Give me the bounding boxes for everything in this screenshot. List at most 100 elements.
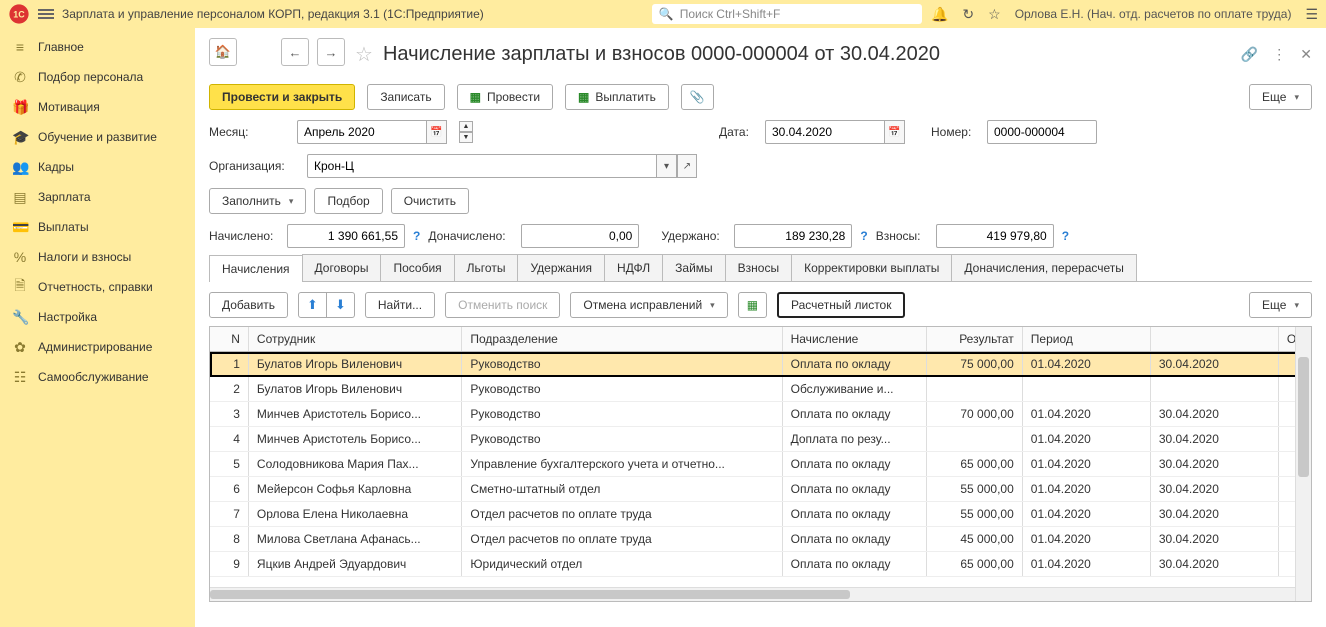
- number-field[interactable]: [987, 120, 1097, 144]
- sidebar-item-3[interactable]: 🎓Обучение и развитие: [0, 122, 195, 152]
- link-icon[interactable]: 🔗: [1241, 46, 1258, 63]
- table-row[interactable]: 9Яцкив Андрей ЭдуардовичЮридический отде…: [210, 552, 1311, 577]
- col-department[interactable]: Подразделение: [462, 327, 782, 352]
- sidebar-label: Настройка: [38, 310, 97, 324]
- tab-5[interactable]: НДФЛ: [604, 254, 663, 281]
- nav-forward-button[interactable]: →: [317, 38, 345, 66]
- col-n[interactable]: N: [210, 327, 248, 352]
- add-row-button[interactable]: Добавить: [209, 292, 288, 318]
- more-vert-icon[interactable]: ⋮: [1272, 46, 1286, 63]
- col-result[interactable]: Результат: [926, 327, 1022, 352]
- sidebar-item-9[interactable]: 🔧Настройка: [0, 302, 195, 332]
- tab-9[interactable]: Доначисления, перерасчеты: [951, 254, 1136, 281]
- sidebar-item-2[interactable]: 🎁Мотивация: [0, 92, 195, 122]
- move-down-button[interactable]: ⬇: [327, 292, 355, 318]
- tab-8[interactable]: Корректировки выплаты: [791, 254, 952, 281]
- table-row[interactable]: 7Орлова Елена НиколаевнаОтдел расчетов п…: [210, 502, 1311, 527]
- withheld-value[interactable]: [734, 224, 852, 248]
- sidebar-label: Подбор персонала: [38, 70, 143, 84]
- pick-button[interactable]: Подбор: [314, 188, 382, 214]
- withheld-help[interactable]: ?: [860, 229, 867, 243]
- org-open-icon[interactable]: ↗: [677, 154, 697, 178]
- contr-help[interactable]: ?: [1062, 229, 1069, 243]
- menu-icon[interactable]: [38, 7, 54, 21]
- fill-button[interactable]: Заполнить▾: [209, 188, 306, 214]
- cancel-search-button[interactable]: Отменить поиск: [445, 292, 560, 318]
- cancel-corrections-button[interactable]: Отмена исправлений▾: [570, 292, 727, 318]
- sidebar-item-6[interactable]: 💳Выплаты: [0, 212, 195, 242]
- sidebar-item-11[interactable]: ☷Самообслуживание: [0, 362, 195, 392]
- move-up-button[interactable]: ⬆: [298, 292, 327, 318]
- month-down[interactable]: ▼: [459, 132, 473, 143]
- accruals-table: N Сотрудник Подразделение Начисление Рез…: [209, 326, 1312, 602]
- pay-button[interactable]: ▦Выплатить: [565, 84, 669, 110]
- sidebar-item-7[interactable]: % Налоги и взносы: [0, 242, 195, 272]
- sidebar-item-4[interactable]: 👥Кадры: [0, 152, 195, 182]
- post-button[interactable]: ▦Провести: [457, 84, 553, 110]
- sidebar-label: Главное: [38, 40, 84, 54]
- find-button[interactable]: Найти...: [365, 292, 435, 318]
- col-period[interactable]: Период: [1022, 327, 1150, 352]
- history-icon[interactable]: ↻: [962, 6, 974, 23]
- more-button[interactable]: Еще▾: [1249, 84, 1312, 110]
- settings-icon[interactable]: ☰: [1305, 6, 1318, 23]
- col-accrual[interactable]: Начисление: [782, 327, 926, 352]
- nav-back-button[interactable]: ←: [281, 38, 309, 66]
- tab-4[interactable]: Удержания: [517, 254, 605, 281]
- date-field[interactable]: [765, 120, 885, 144]
- month-calendar-icon[interactable]: 📅: [427, 120, 447, 144]
- accrued-value[interactable]: [287, 224, 405, 248]
- save-button[interactable]: Записать: [367, 84, 444, 110]
- sidebar-label: Мотивация: [38, 100, 100, 114]
- favorite-toggle[interactable]: ☆: [355, 42, 373, 67]
- sidebar-item-10[interactable]: ✿Администрирование: [0, 332, 195, 362]
- table-row[interactable]: 8Милова Светлана Афанась...Отдел расчето…: [210, 527, 1311, 552]
- clear-button[interactable]: Очистить: [391, 188, 469, 214]
- post-and-close-button[interactable]: Провести и закрыть: [209, 84, 355, 110]
- tab-6[interactable]: Займы: [662, 254, 726, 281]
- sidebar-icon: ▤: [12, 189, 28, 206]
- sidebar-label: Налоги и взносы: [38, 250, 131, 264]
- table-row[interactable]: 2Булатов Игорь ВиленовичРуководствоОбслу…: [210, 377, 1311, 402]
- sidebar-icon: ≡: [12, 39, 28, 55]
- bell-icon[interactable]: 🔔: [931, 6, 948, 23]
- table-row[interactable]: 3Минчев Аристотель Борисо...РуководствоО…: [210, 402, 1311, 427]
- month-up[interactable]: ▲: [459, 121, 473, 132]
- tab-3[interactable]: Льготы: [454, 254, 519, 281]
- sidebar-item-8[interactable]: 🗎Отчетность, справки: [0, 272, 195, 302]
- sidebar-label: Кадры: [38, 160, 74, 174]
- vertical-scrollbar[interactable]: [1295, 327, 1311, 601]
- tab-7[interactable]: Взносы: [725, 254, 792, 281]
- sidebar-item-1[interactable]: ✆Подбор персонала: [0, 62, 195, 92]
- attach-button[interactable]: 📎: [681, 84, 714, 110]
- report-button[interactable]: ▦: [738, 292, 767, 318]
- close-icon[interactable]: ✕: [1300, 46, 1312, 63]
- tab-2[interactable]: Пособия: [380, 254, 454, 281]
- table-row[interactable]: 5Солодовникова Мария Пах...Управление бу…: [210, 452, 1311, 477]
- date-calendar-icon[interactable]: 📅: [885, 120, 905, 144]
- table-row[interactable]: 1Булатов Игорь ВиленовичРуководствоОплат…: [210, 352, 1311, 377]
- month-field[interactable]: [297, 120, 427, 144]
- sidebar-label: Отчетность, справки: [38, 280, 153, 294]
- tab-more-button[interactable]: Еще▾: [1249, 292, 1312, 318]
- star-icon[interactable]: ☆: [988, 6, 1001, 23]
- table-row[interactable]: 4Минчев Аристотель Борисо...РуководствоД…: [210, 427, 1311, 452]
- sidebar-icon: %: [12, 249, 28, 265]
- org-dropdown-icon[interactable]: ▾: [657, 154, 677, 178]
- sidebar: ≡ Главное ✆Подбор персонала🎁Мотивация🎓Обуч…: [0, 28, 195, 627]
- org-field[interactable]: [307, 154, 657, 178]
- global-search[interactable]: 🔍 Поиск Ctrl+Shift+F: [652, 4, 922, 24]
- contr-value[interactable]: [936, 224, 1054, 248]
- sidebar-item-5[interactable]: ▤Зарплата: [0, 182, 195, 212]
- tab-0[interactable]: Начисления: [209, 255, 303, 282]
- tab-1[interactable]: Договоры: [302, 254, 382, 281]
- horizontal-scrollbar[interactable]: [210, 587, 1295, 601]
- accrued-help[interactable]: ?: [413, 229, 420, 243]
- sidebar-item-0[interactable]: ≡ Главное: [0, 32, 195, 62]
- payslip-button[interactable]: Расчетный листок: [777, 292, 905, 318]
- col-employee[interactable]: Сотрудник: [248, 327, 461, 352]
- addl-value[interactable]: [521, 224, 639, 248]
- table-row[interactable]: 6Мейерсон Софья КарловнаСметно-штатный о…: [210, 477, 1311, 502]
- col-period-end[interactable]: [1150, 327, 1278, 352]
- home-button[interactable]: 🏠: [209, 38, 237, 66]
